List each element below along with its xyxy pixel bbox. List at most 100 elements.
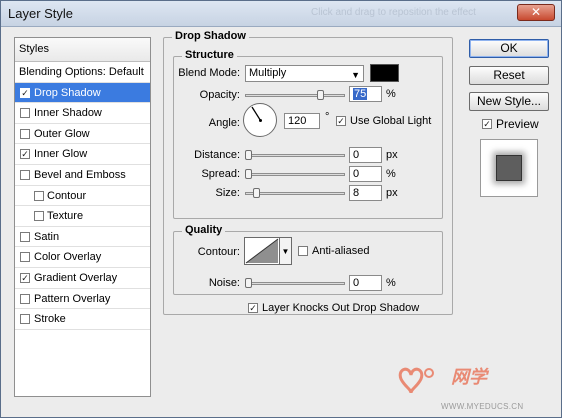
contour-preview[interactable] [244, 237, 280, 265]
size-slider-thumb[interactable] [253, 188, 260, 198]
preview-label[interactable]: Preview [496, 117, 539, 131]
knockout-checkbox[interactable]: ✓ [248, 303, 258, 313]
style-item-label: Inner Glow [34, 148, 88, 161]
title-hint: Click and drag to reposition the effect [311, 7, 476, 18]
style-item-drop-shadow[interactable]: ✓ Drop Shadow [15, 82, 150, 104]
style-item-checkbox[interactable] [34, 211, 44, 222]
shadow-color-swatch[interactable] [370, 64, 399, 82]
contour-curve-icon [245, 238, 279, 264]
reset-button[interactable]: Reset [469, 66, 549, 85]
style-item-label: Outer Glow [34, 127, 90, 140]
style-item-outer-glow[interactable]: Outer Glow [15, 124, 150, 145]
style-item-contour[interactable]: Contour [15, 186, 150, 207]
style-item-inner-glow[interactable]: ✓ Inner Glow [15, 144, 150, 165]
size-label: Size: [215, 187, 240, 199]
angle-input[interactable]: 120 [284, 113, 320, 129]
style-item-checkbox[interactable]: ✓ [20, 272, 30, 283]
style-item-label: Stroke [34, 313, 66, 326]
styles-list: Styles Blending Options: Default ✓ Drop Sh… [14, 37, 151, 397]
style-item-label: Color Overlay [34, 251, 102, 264]
style-item-label: Gradient Overlay [34, 271, 118, 284]
chevron-down-icon: ▼ [351, 70, 360, 80]
close-icon: ✕ [530, 5, 542, 19]
noise-input[interactable]: 0 [349, 275, 382, 291]
style-item-label: Bevel and Emboss [34, 168, 126, 181]
style-item-checkbox[interactable]: ✓ [20, 87, 30, 98]
preview-swatch [496, 155, 522, 181]
style-item-inner-shadow[interactable]: Inner Shadow [15, 103, 150, 124]
spread-input[interactable]: 0 [349, 166, 382, 182]
structure-group: Structure Blend Mode: Multiply ▼ Opacity… [173, 49, 443, 219]
style-item-gradient-overlay[interactable]: ✓ Gradient Overlay [15, 268, 150, 289]
ok-button-label: OK [500, 41, 518, 55]
style-item-bevel-and-emboss[interactable]: Bevel and Emboss [15, 165, 150, 186]
layer-style-dialog: Layer Style Click and drag to reposition… [0, 0, 562, 418]
new-style-button-label: New Style... [476, 94, 542, 108]
blend-mode-select[interactable]: Multiply ▼ [245, 65, 364, 82]
preview-checkbox[interactable]: ✓ [482, 119, 492, 129]
ok-button[interactable]: OK [469, 39, 549, 58]
blend-mode-label: Blend Mode: [178, 67, 240, 79]
styles-items: Blending Options: Default ✓ Drop Shadow Inn… [15, 62, 150, 330]
opacity-slider[interactable] [245, 94, 345, 97]
style-item-label: Texture [47, 210, 84, 223]
watermark-url: WWW.MYEDUCS.CN [441, 402, 524, 411]
size-unit: px [386, 187, 398, 199]
angle-value: 120 [288, 115, 307, 127]
style-item-stroke[interactable]: Stroke [15, 309, 150, 330]
style-item-texture[interactable]: Texture [15, 206, 150, 227]
style-item-checkbox[interactable] [20, 314, 30, 325]
distance-value: 0 [353, 149, 360, 161]
style-item-checkbox[interactable] [20, 128, 30, 139]
style-item-pattern-overlay[interactable]: Pattern Overlay [15, 289, 150, 310]
use-global-light-label[interactable]: Use Global Light [350, 115, 431, 127]
knockout-label[interactable]: Layer Knocks Out Drop Shadow [262, 302, 419, 314]
noise-slider[interactable] [245, 282, 345, 285]
distance-slider[interactable] [245, 154, 345, 157]
spread-slider-thumb[interactable] [245, 169, 252, 179]
opacity-label: Opacity: [199, 89, 240, 101]
quality-group: Quality Contour: ▼ Anti-aliased Noise: 0… [173, 224, 443, 295]
angle-dial[interactable] [243, 103, 277, 137]
close-button[interactable]: ✕ [517, 4, 555, 21]
style-item-color-overlay[interactable]: Color Overlay [15, 247, 150, 268]
dialog-content: Styles Blending Options: Default ✓ Drop Sh… [1, 28, 561, 417]
style-item-checkbox[interactable] [20, 231, 30, 242]
spread-slider[interactable] [245, 173, 345, 176]
style-item-checkbox[interactable] [34, 190, 44, 201]
size-slider[interactable] [245, 192, 345, 195]
noise-slider-thumb[interactable] [245, 278, 252, 288]
style-item-checkbox[interactable] [20, 108, 30, 119]
style-item-checkbox[interactable] [20, 252, 30, 263]
structure-legend: Structure [182, 49, 237, 61]
size-value: 8 [353, 187, 360, 199]
watermark-logo-icon [398, 367, 434, 394]
style-item-blending-options-default[interactable]: Blending Options: Default [15, 62, 150, 83]
spread-value: 0 [353, 168, 360, 180]
styles-header[interactable]: Styles [15, 38, 150, 62]
distance-label: Distance: [194, 149, 240, 161]
opacity-unit: % [386, 88, 396, 100]
quality-legend: Quality [182, 224, 226, 236]
anti-aliased-label[interactable]: Anti-aliased [312, 245, 369, 257]
distance-input[interactable]: 0 [349, 147, 382, 163]
title-bar[interactable]: Layer Style Click and drag to reposition… [1, 1, 561, 27]
style-item-checkbox[interactable]: ✓ [20, 149, 30, 160]
use-global-light-checkbox[interactable]: ✓ [336, 116, 346, 126]
window-title: Layer Style [8, 6, 74, 21]
size-input[interactable]: 8 [349, 185, 382, 201]
style-item-label: Satin [34, 230, 60, 243]
distance-unit: px [386, 149, 398, 161]
opacity-slider-thumb[interactable] [317, 90, 324, 100]
opacity-input[interactable]: 75 [349, 86, 382, 102]
distance-slider-thumb[interactable] [245, 150, 252, 160]
check-icon: ✓ [337, 116, 345, 126]
style-item-checkbox[interactable] [20, 169, 30, 180]
new-style-button[interactable]: New Style... [469, 92, 549, 111]
style-item-satin[interactable]: Satin [15, 227, 150, 248]
check-icon: ✓ [249, 303, 257, 313]
noise-unit: % [386, 277, 396, 289]
style-item-checkbox[interactable] [20, 293, 30, 304]
anti-aliased-checkbox[interactable] [298, 246, 308, 256]
contour-dropdown-button[interactable]: ▼ [280, 237, 292, 265]
